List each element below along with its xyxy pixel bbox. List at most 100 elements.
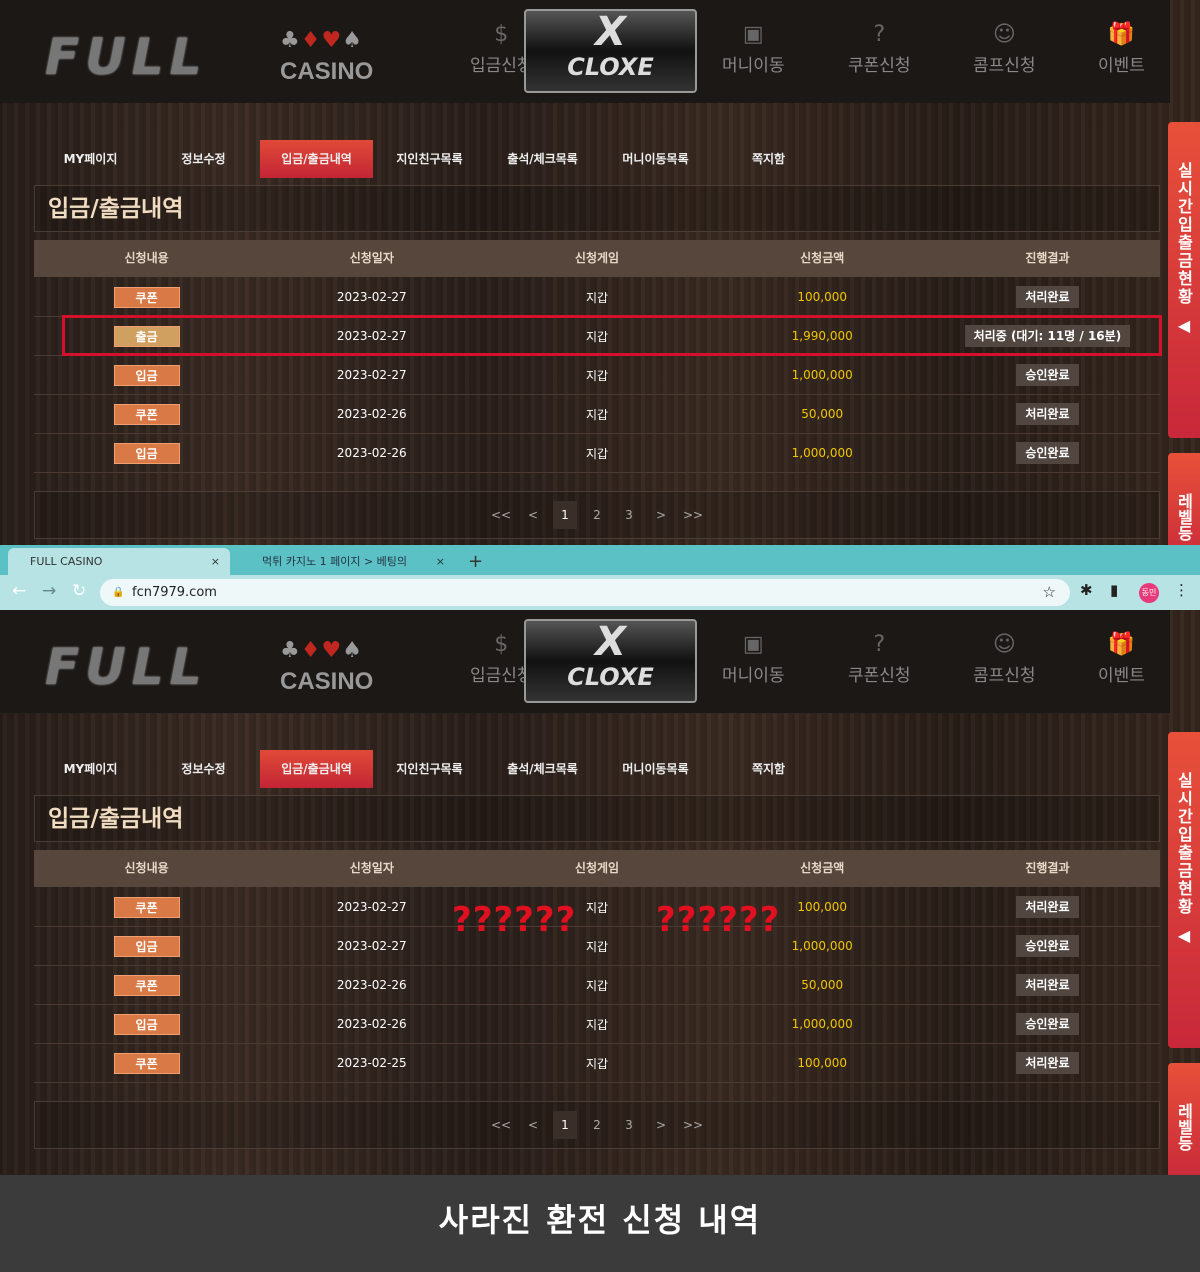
type-badge: 입금 (113, 364, 180, 386)
page-link[interactable]: < (521, 1111, 545, 1139)
tab-item[interactable]: MY페이지 (34, 140, 147, 178)
status-badge: 승인완료 (1016, 364, 1079, 386)
page-link[interactable]: > (649, 1111, 673, 1139)
nav-icon: ☺ (992, 632, 1016, 657)
page-link[interactable]: << (489, 501, 513, 529)
nav-icon: ☺ (992, 22, 1016, 47)
cell-status: 승인완료 (935, 1013, 1160, 1035)
cell-game: 지갑 (585, 446, 609, 461)
avatar[interactable]: 동민 (1139, 583, 1159, 603)
tab-item[interactable]: 지인친구목록 (373, 750, 486, 788)
cell-date: 2023-02-26 (336, 1017, 407, 1031)
tab-item[interactable]: 출석/체크목록 (486, 140, 599, 178)
back-icon[interactable]: ← (12, 581, 26, 601)
cell-date: 2023-02-27 (336, 290, 407, 304)
tab-item[interactable]: 머니이동목록 (599, 140, 712, 178)
tab-item[interactable]: 쪽지함 (712, 750, 825, 788)
page-link[interactable]: < (521, 501, 545, 529)
nav-label: 쿠폰신청 (848, 56, 911, 76)
close-icon[interactable]: × (436, 548, 445, 575)
nav-item[interactable]: ▣ 머니이동 (722, 632, 785, 686)
tab-item[interactable]: 쪽지함 (712, 140, 825, 178)
page-title: 입금/출금내역 (34, 185, 1160, 232)
side-tab-level[interactable]: 레벨등 (1168, 1063, 1200, 1175)
nav-item[interactable]: ☺ 콤프신청 (973, 632, 1036, 686)
page-link[interactable]: 3 (617, 1111, 641, 1139)
cell-date: 2023-02-27 (336, 900, 407, 914)
arrow-left-icon[interactable]: ◀ (1168, 314, 1200, 337)
table-row: 쿠폰 2023-02-26 지갑 50,000 처리완료 (34, 395, 1160, 434)
reload-icon[interactable]: ↻ (72, 581, 86, 601)
close-icon[interactable]: × (211, 548, 220, 575)
tab-item[interactable]: 입금/출금내역 (260, 140, 373, 178)
nav-item[interactable]: 🎁 이벤트 (1098, 22, 1145, 76)
table-row: 쿠폰 2023-02-25 지갑 100,000 처리완료 (34, 1044, 1160, 1083)
partner-logo-x: X (595, 9, 626, 55)
forward-icon[interactable]: → (42, 581, 56, 601)
type-badge: 입금 (113, 935, 180, 957)
page-link[interactable]: 1 (553, 1111, 577, 1139)
table-header: 신청내용 신청일자 신청게임 신청금액 진행결과 (34, 850, 1160, 887)
nav-label: 머니이동 (722, 666, 785, 686)
site-logo[interactable]: FULL (45, 28, 207, 86)
status-badge: 승인완료 (1016, 1013, 1079, 1035)
partner-logo[interactable]: X CLOXE (524, 619, 697, 703)
side-tab-realtime[interactable]: 실시간입출금현황 ◀ (1168, 732, 1200, 1048)
cell-amount: 100,000 (797, 290, 848, 304)
table-row: 입금 2023-02-26 지갑 1,000,000 승인완료 (34, 1005, 1160, 1044)
status-badge: 처리완료 (1016, 896, 1079, 918)
nav-item[interactable]: 🎁 이벤트 (1098, 632, 1145, 686)
tab-item[interactable]: 출석/체크목록 (486, 750, 599, 788)
table-row: 쿠폰 2023-02-27 지갑 100,000 처리완료 (34, 278, 1160, 317)
sidepanel-icon[interactable]: ▮ (1110, 581, 1118, 599)
cell-type: 입금 (34, 364, 259, 386)
question-marks: ?????? (656, 900, 781, 940)
table-row: 입금 2023-02-27 지갑 1,000,000 승인완료 (34, 927, 1160, 966)
tab-item[interactable]: 정보수정 (147, 750, 260, 788)
table-row: 쿠폰 2023-02-27 지갑 100,000 처리완료 (34, 888, 1160, 927)
page-link[interactable]: << (489, 1111, 513, 1139)
nav-label: 이벤트 (1098, 56, 1145, 76)
table-row: 입금 2023-02-27 지갑 1,000,000 승인완료 (34, 356, 1160, 395)
tab-item[interactable]: 입금/출금내역 (260, 750, 373, 788)
tab-title: 먹튀 카지노 1 페이지 > 베팅의 (262, 555, 408, 568)
menu-icon[interactable]: ⋮ (1174, 581, 1189, 599)
new-tab-button[interactable]: + (462, 548, 483, 575)
tab-item[interactable]: 머니이동목록 (599, 750, 712, 788)
extensions-icon[interactable]: ✱ (1080, 581, 1093, 599)
star-icon[interactable]: ☆ (1043, 579, 1056, 606)
page-link[interactable]: 3 (617, 501, 641, 529)
site-logo[interactable]: FULL (45, 638, 207, 696)
table-row: 쿠폰 2023-02-26 지갑 50,000 처리완료 (34, 966, 1160, 1005)
page-link[interactable]: 1 (553, 501, 577, 529)
tab-item[interactable]: 정보수정 (147, 140, 260, 178)
side-tab-level[interactable]: 레벨등 (1168, 453, 1200, 545)
tab-item[interactable]: 지인친구목록 (373, 140, 486, 178)
nav-item[interactable]: ▣ 머니이동 (722, 22, 785, 76)
page-link[interactable]: 2 (585, 1111, 609, 1139)
cell-type: 입금 (34, 442, 259, 464)
side-tab-realtime[interactable]: 실시간입출금현황 ◀ (1168, 122, 1200, 438)
browser-tab[interactable]: 먹튀 카지노 1 페이지 > 베팅의 × (240, 548, 455, 575)
address-bar[interactable]: 🔒 fcn7979.com ☆ (100, 579, 1070, 606)
tab-item[interactable]: MY페이지 (34, 750, 147, 788)
partner-logo[interactable]: X CLOXE (524, 9, 697, 93)
type-badge: 입금 (113, 1013, 180, 1035)
page-link[interactable]: >> (681, 501, 705, 529)
side-tab-label: 레벨등 (1174, 1103, 1194, 1151)
arrow-left-icon[interactable]: ◀ (1168, 924, 1200, 947)
cell-game: 지갑 (585, 368, 609, 383)
cell-type: 쿠폰 (34, 403, 259, 425)
lock-icon: 🔒 (112, 587, 125, 598)
site-header: FULL ♣♦♥♠ CASINO $ 입금신청 ▣ 머니이동? 쿠폰신청 ☺ 콤프신청 🎁 이벤트 X C… (0, 0, 1170, 103)
nav-item[interactable]: ? 쿠폰신청 (848, 22, 911, 76)
nav-item[interactable]: ☺ 콤프신청 (973, 22, 1036, 76)
nav-icon: $ (494, 22, 509, 47)
page-link[interactable]: >> (681, 1111, 705, 1139)
browser-tab-active[interactable]: FULL CASINO × (8, 548, 230, 575)
page-link[interactable]: > (649, 501, 673, 529)
nav-item[interactable]: ? 쿠폰신청 (848, 632, 911, 686)
status-badge: 처리완료 (1016, 403, 1079, 425)
page-link[interactable]: 2 (585, 501, 609, 529)
cell-game: 지갑 (585, 1056, 609, 1071)
